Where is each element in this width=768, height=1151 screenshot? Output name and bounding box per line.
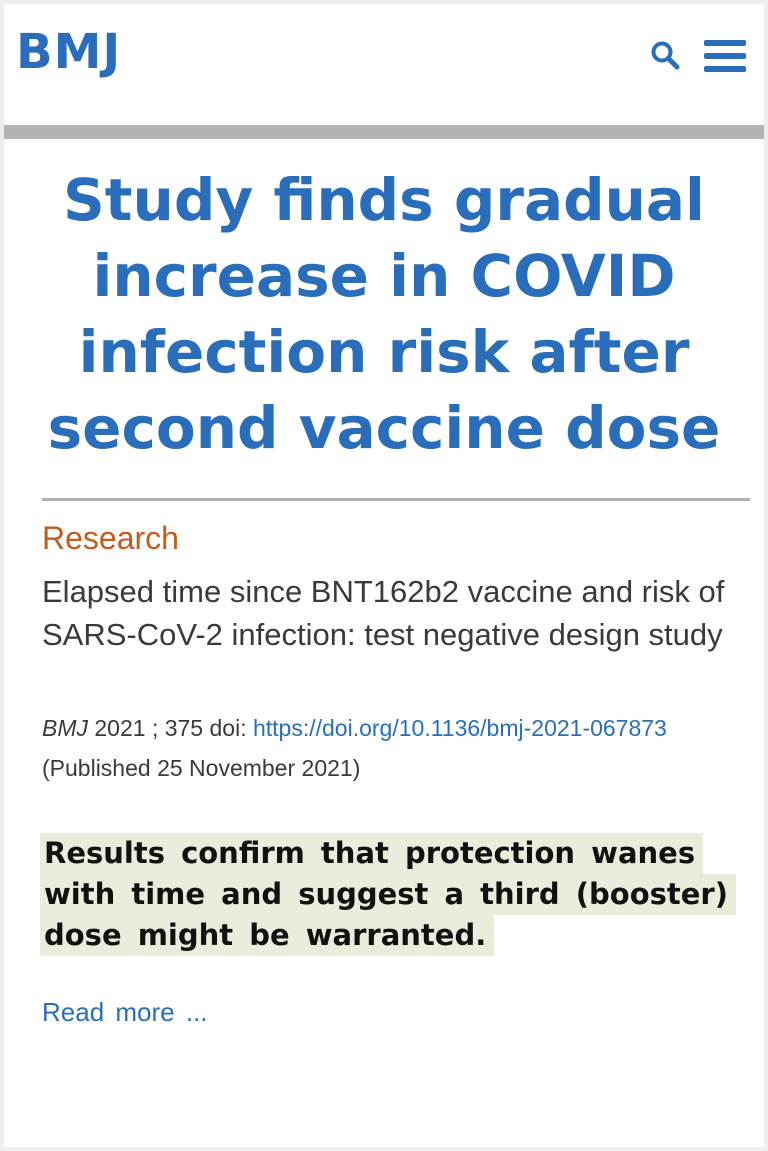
- category-label: Research: [42, 520, 179, 556]
- header-divider: [4, 125, 764, 139]
- section-divider: [42, 498, 750, 501]
- page-frame: BMJ Study finds gradual increase in COVI…: [4, 4, 764, 1147]
- doi-link[interactable]: https://doi.org/10.1136/bmj-2021-067873: [253, 715, 667, 741]
- doi-label: doi:: [209, 715, 247, 741]
- published-date: (Published 25 November 2021): [42, 755, 361, 781]
- read-more-link[interactable]: Read more ...: [42, 994, 208, 1030]
- hamburger-menu-icon[interactable]: [704, 38, 746, 74]
- article-title[interactable]: Elapsed time since BNT162b2 vaccine and …: [42, 570, 742, 656]
- citation: BMJ 2021 ; 375 doi: https://doi.org/10.1…: [42, 708, 732, 788]
- bmj-logo[interactable]: BMJ: [16, 24, 121, 80]
- highlight-line: with time and suggest a third (booster): [40, 874, 736, 915]
- citation-year-volume: 2021 ; 375: [94, 715, 204, 741]
- highlight-line: dose might be warranted.: [40, 915, 495, 956]
- headline: Study finds gradual increase in COVID in…: [47, 166, 721, 462]
- highlight-summary: Results confirm that protection wanes wi…: [40, 833, 740, 956]
- journal-name: BMJ: [42, 715, 88, 741]
- highlight-line: Results confirm that protection wanes: [40, 833, 704, 874]
- search-icon[interactable]: [650, 40, 680, 70]
- site-header: BMJ: [4, 4, 764, 124]
